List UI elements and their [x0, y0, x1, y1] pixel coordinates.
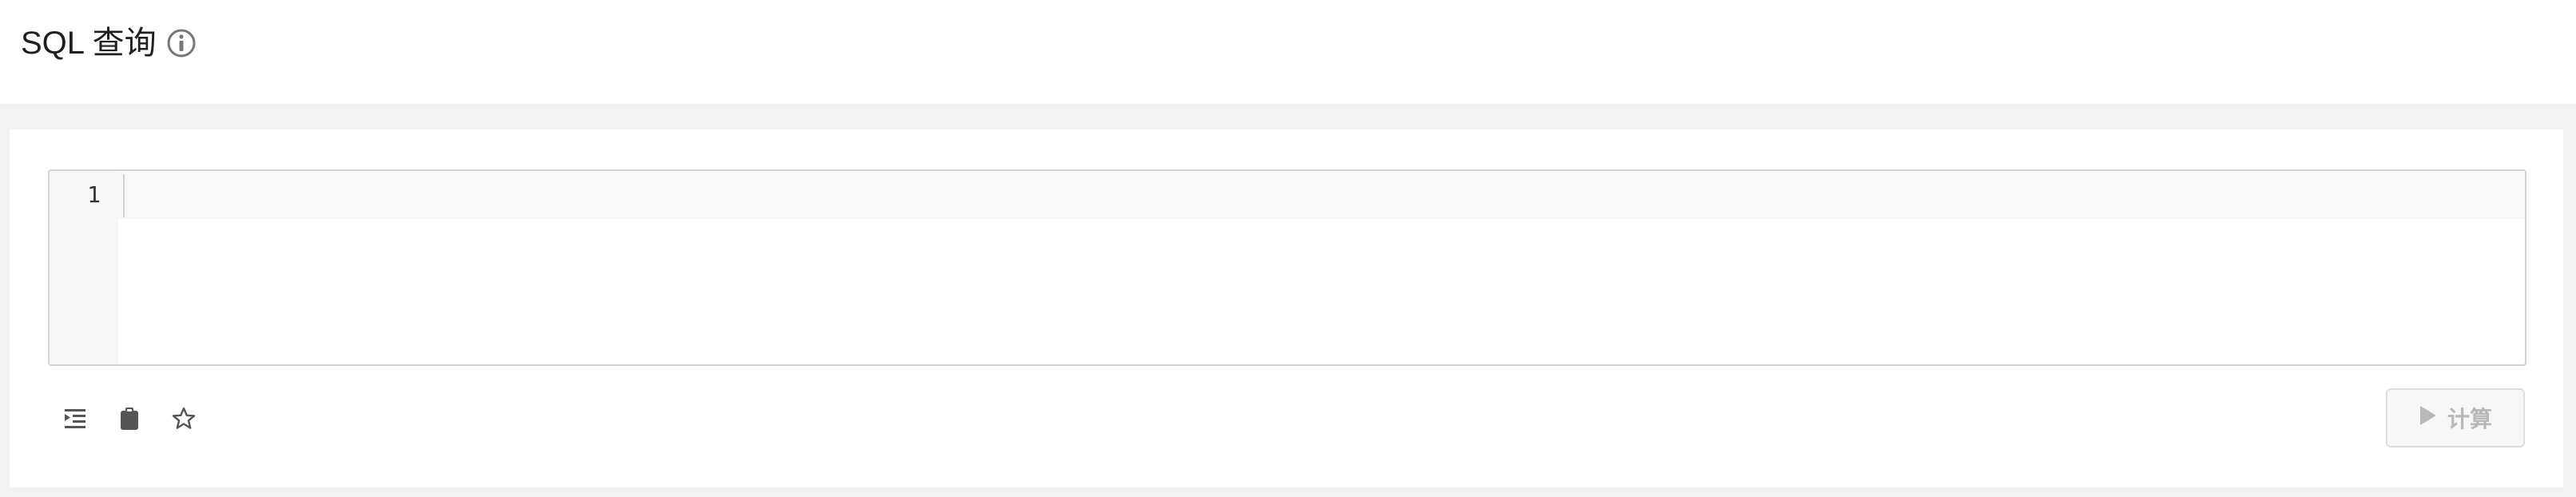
star-icon[interactable] — [168, 403, 200, 435]
sql-panel: 1 计算 — [10, 129, 2563, 487]
run-button[interactable]: 计算 — [2386, 388, 2525, 447]
page-title: SQL 查询 — [21, 26, 157, 61]
active-line[interactable] — [118, 171, 2525, 219]
text-cursor — [123, 174, 125, 217]
indent-icon[interactable] — [59, 403, 91, 435]
sql-editor[interactable]: 1 — [48, 169, 2526, 366]
info-circle-icon[interactable] — [165, 27, 197, 59]
play-icon — [2419, 404, 2438, 432]
run-button-label: 计算 — [2447, 407, 2492, 431]
line-number: 1 — [87, 181, 101, 208]
line-number-gutter: 1 — [50, 171, 118, 364]
page-header: SQL 查询 — [0, 0, 2576, 104]
clipboard-icon[interactable] — [113, 403, 145, 435]
